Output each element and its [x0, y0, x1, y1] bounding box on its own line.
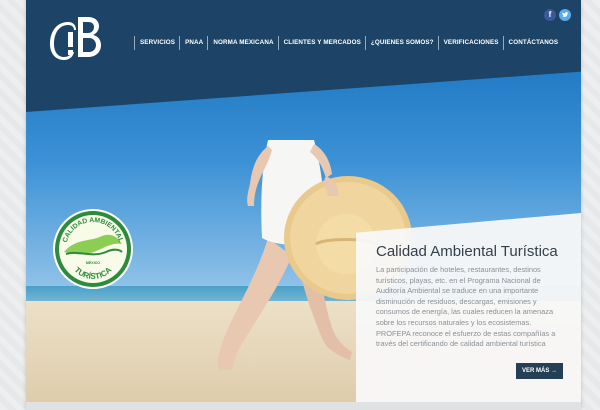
nav-item-clientes-mercados[interactable]: CLIENTES Y MERCADOS: [277, 36, 365, 50]
page-bottom-strip: [26, 402, 581, 410]
nav-item-pnaa[interactable]: PNAA: [179, 36, 207, 50]
arrow-right-icon: →: [551, 368, 558, 374]
hero-caption: Calidad Ambiental Turística La participa…: [356, 213, 581, 410]
caption-title: Calidad Ambiental Turística: [376, 243, 558, 260]
nav-item-contactanos[interactable]: CONTÁCTANOS: [502, 36, 563, 50]
site-container: SERVICIOS PNAA NORMA MEXICANA CLIENTES Y…: [26, 0, 581, 410]
facebook-icon[interactable]: f: [544, 9, 556, 21]
nav-item-servicios[interactable]: SERVICIOS: [134, 36, 179, 50]
twitter-icon[interactable]: [559, 9, 571, 21]
seal-middle-text: MÉXICO: [86, 260, 100, 265]
ver-mas-label: VER MÁS: [522, 368, 550, 374]
nav-item-verificaciones[interactable]: VERIFICACIONES: [437, 36, 503, 50]
social-links: f: [544, 9, 571, 21]
calidad-ambiental-turistica-seal: CALIDAD AMBIENTAL MÉXICO TURÍSTICA: [53, 209, 133, 289]
main-nav: SERVICIOS PNAA NORMA MEXICANA CLIENTES Y…: [134, 36, 562, 50]
ver-mas-button[interactable]: VER MÁS →: [516, 363, 564, 379]
brand-logo[interactable]: [48, 14, 102, 60]
nav-item-quienes-somos[interactable]: ¿QUIENES SOMOS?: [364, 36, 438, 50]
nav-item-norma-mexicana[interactable]: NORMA MEXICANA: [207, 36, 277, 50]
caption-text: La participación de hoteles, restaurante…: [376, 265, 556, 349]
